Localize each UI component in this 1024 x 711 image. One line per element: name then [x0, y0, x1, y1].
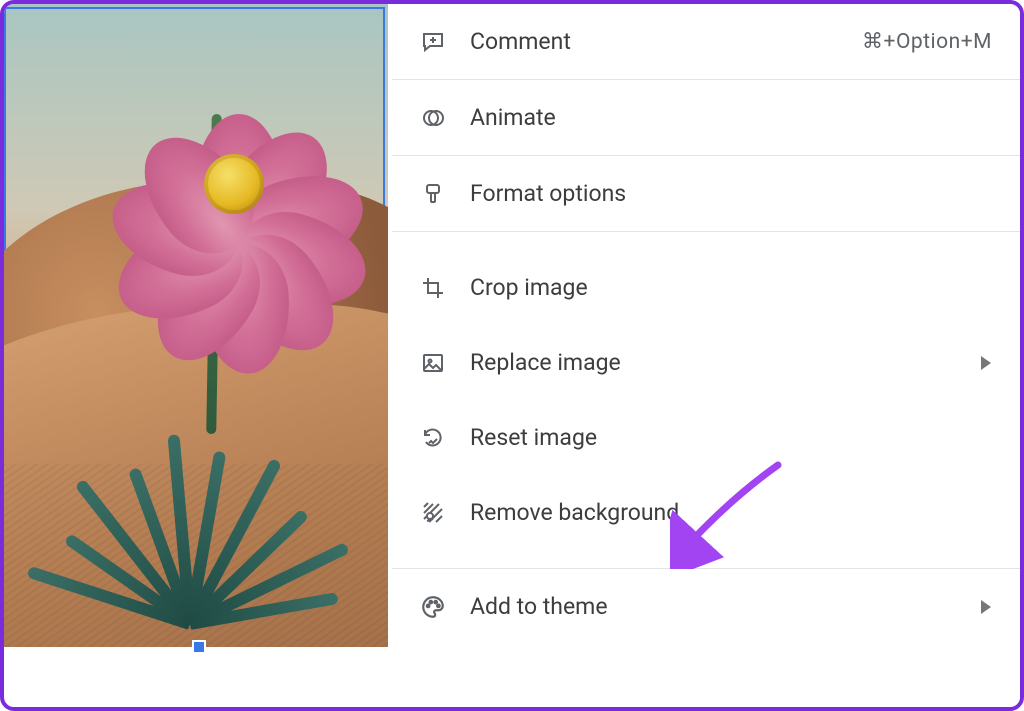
context-menu: Comment ⌘+Option+M Animate Format option… — [392, 4, 1020, 707]
reset-image-icon — [420, 425, 446, 451]
menu-item-label: Comment — [470, 28, 838, 55]
selection-handle[interactable] — [192, 640, 206, 654]
remove-background-icon — [420, 500, 446, 526]
selected-image[interactable] — [4, 4, 388, 647]
menu-item-crop-image[interactable]: Crop image — [392, 250, 1020, 325]
menu-item-label: Crop image — [470, 274, 992, 301]
menu-item-format-options[interactable]: Format options — [392, 156, 1020, 231]
image-content — [44, 344, 324, 644]
format-options-icon — [420, 181, 446, 207]
submenu-arrow-icon — [980, 356, 992, 370]
crop-icon — [420, 275, 446, 301]
menu-item-label: Animate — [470, 104, 992, 131]
screenshot-frame: Comment ⌘+Option+M Animate Format option… — [0, 0, 1024, 711]
replace-image-icon — [420, 350, 446, 376]
menu-item-label: Format options — [470, 180, 992, 207]
menu-item-label: Remove background — [470, 499, 992, 526]
palette-icon — [420, 594, 446, 620]
animate-icon — [420, 105, 446, 131]
menu-item-reset-image[interactable]: Reset image — [392, 400, 1020, 475]
menu-item-comment[interactable]: Comment ⌘+Option+M — [392, 4, 1020, 79]
menu-item-remove-background[interactable]: Remove background — [392, 475, 1020, 550]
menu-item-replace-image[interactable]: Replace image — [392, 325, 1020, 400]
menu-item-animate[interactable]: Animate — [392, 80, 1020, 155]
submenu-arrow-icon — [980, 600, 992, 614]
menu-item-label: Add to theme — [470, 593, 956, 620]
menu-item-add-to-theme[interactable]: Add to theme — [392, 569, 1020, 644]
menu-item-label: Reset image — [470, 424, 992, 451]
menu-item-shortcut: ⌘+Option+M — [862, 29, 992, 54]
menu-item-label: Replace image — [470, 349, 956, 376]
comment-icon — [420, 29, 446, 55]
